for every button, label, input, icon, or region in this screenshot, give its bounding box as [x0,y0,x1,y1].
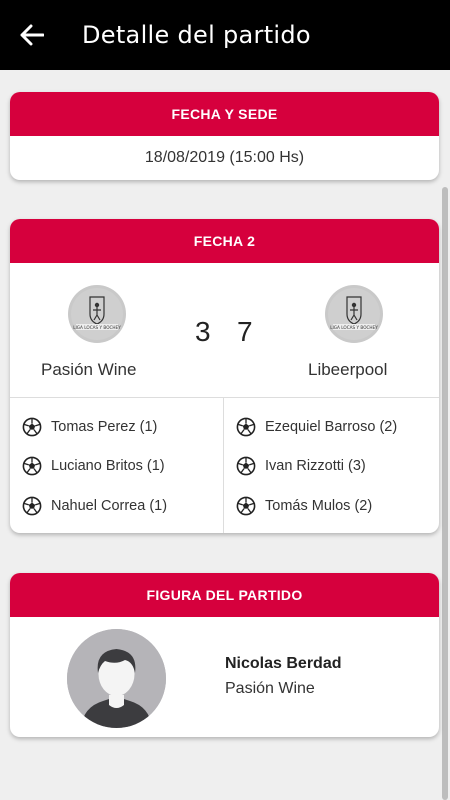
match-date: 18/08/2019 (15:00 Hs) [144,149,305,166]
soccer-ball-icon [22,496,42,516]
away-team-logo: LIGA LOCAS Y BOCHEY [325,285,383,343]
home-score: 3 [195,316,211,347]
scorer-name: Luciano Britos (1) [51,458,165,475]
away-team-name: Libeerpool [308,360,388,379]
list-item: Luciano Britos (1) [10,447,223,487]
mvp-player-team: Pasión Wine [225,680,315,697]
soccer-ball-icon [236,456,256,476]
league-shield-icon: LIGA LOCAS Y BOCHEY [328,288,380,340]
match-card: FECHA 2 LIGA LOCAS Y BOCHEY Pasión Wine … [10,219,439,533]
venue-card-header: FECHA Y SEDE [10,92,439,136]
scorer-name: Ivan Rizzotti (3) [265,458,366,475]
scorers-section: Tomas Perez (1) Luciano Britos (1) Nahue… [10,398,439,533]
teams-row: LIGA LOCAS Y BOCHEY Pasión Wine 3 7 LIGA… [10,263,439,398]
home-team-name: Pasión Wine [41,360,137,379]
soccer-ball-icon [22,417,42,437]
list-item: Ivan Rizzotti (3) [224,447,438,487]
away-scorers-list: Ezequiel Barroso (2) Ivan Rizzotti (3) T… [224,398,438,533]
user-silhouette-icon [67,629,166,728]
match-card-header: FECHA 2 [10,219,439,263]
list-item: Nahuel Correa (1) [10,486,223,526]
mvp-body: Nicolas Berdad Pasión Wine [10,617,439,737]
scorer-name: Ezequiel Barroso (2) [265,418,398,435]
soccer-ball-icon [22,456,42,476]
league-shield-icon: LIGA LOCAS Y BOCHEY [71,288,123,340]
list-item: Ezequiel Barroso (2) [224,407,438,447]
soccer-ball-icon [236,496,256,516]
home-team-logo: LIGA LOCAS Y BOCHEY [68,285,126,343]
list-item: Tomas Perez (1) [10,407,223,447]
avatar [67,629,166,728]
page-title: Detalle del partido [82,21,311,49]
scorer-name: Tomás Mulos (2) [265,497,373,514]
soccer-ball-icon [236,417,256,437]
away-logo-text: LIGA LOCAS Y BOCHEY [330,325,378,330]
away-score: 7 [237,316,253,347]
mvp-card-header: FIGURA DEL PARTIDO [10,573,439,617]
home-scorers-list: Tomas Perez (1) Luciano Britos (1) Nahue… [10,398,224,533]
home-logo-text: LIGA LOCAS Y BOCHEY [73,325,121,330]
app-bar: Detalle del partido [0,0,450,70]
scrollbar[interactable] [442,187,448,800]
venue-card: FECHA Y SEDE 18/08/2019 (15:00 Hs) [10,92,439,180]
back-button[interactable] [17,20,47,50]
scorer-name: Tomas Perez (1) [51,418,158,435]
arrow-left-icon [20,24,44,46]
mvp-player-name: Nicolas Berdad [225,655,342,672]
mvp-card: FIGURA DEL PARTIDO Nicolas Berdad Pasión… [10,573,439,737]
list-item: Tomás Mulos (2) [224,486,438,526]
scorer-name: Nahuel Correa (1) [51,497,168,514]
